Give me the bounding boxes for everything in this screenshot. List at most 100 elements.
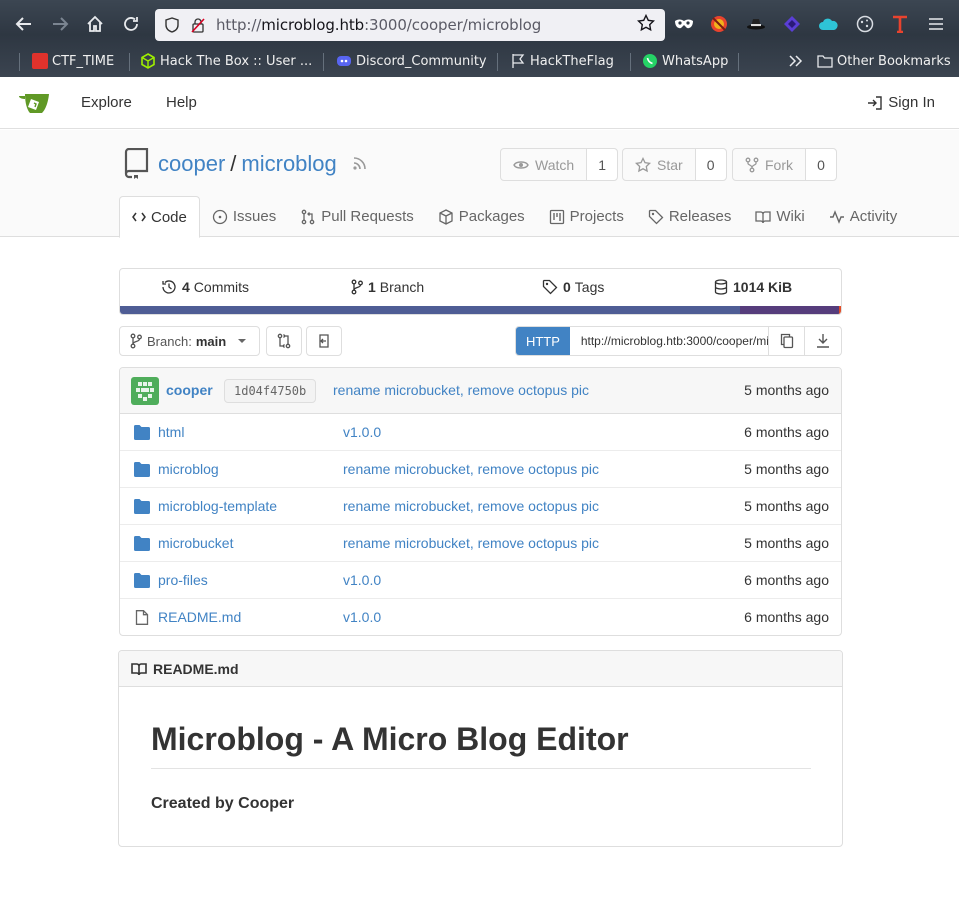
tab-code[interactable]: Code (119, 196, 200, 238)
tag-icon (542, 279, 558, 295)
avatar[interactable] (131, 377, 159, 405)
insecure-lock-icon[interactable] (191, 17, 205, 33)
fork-button[interactable]: Fork (733, 149, 806, 180)
clone-protocol-http[interactable]: HTTP (516, 327, 570, 355)
flag-icon (512, 54, 525, 68)
bookmark-ctf-time[interactable]: CTF_TIME (32, 51, 114, 71)
discord-icon (337, 56, 351, 66)
tags-stat[interactable]: 0 Tags (542, 279, 604, 295)
watch-button-group: Watch 1 (500, 148, 619, 181)
commits-count: 4 (182, 279, 190, 295)
sign-in-link[interactable]: Sign In (867, 94, 935, 111)
file-commit-message-link[interactable]: rename microbucket, remove octopus pic (343, 535, 599, 551)
tab-issues[interactable]: Issues (200, 196, 288, 237)
issue-icon (212, 209, 228, 224)
back-button[interactable] (6, 6, 42, 42)
language-segment-tertiary[interactable] (839, 306, 841, 314)
copy-url-button[interactable] (769, 327, 806, 355)
file-commit-message-link[interactable]: rename microbucket, remove octopus pic (343, 498, 599, 514)
folder-icon (134, 499, 150, 514)
commit-author-link[interactable]: cooper (166, 382, 213, 398)
file-name-link[interactable]: microblog (158, 461, 219, 477)
branch-dropdown[interactable]: Branch: main (119, 326, 260, 356)
tab-activity-label: Activity (849, 208, 898, 225)
file-commit-message-link[interactable]: v1.0.0 (343, 609, 381, 625)
nav-explore[interactable]: Explore (81, 94, 132, 111)
bookmark-whatsapp[interactable]: WhatsApp (642, 51, 728, 71)
clone-url-input[interactable] (569, 327, 770, 355)
nav-help[interactable]: Help (166, 94, 197, 111)
tab-activity[interactable]: Activity (817, 196, 910, 237)
file-icon (135, 610, 149, 625)
reload-icon (124, 17, 138, 31)
branch-icon (130, 333, 142, 349)
file-commit-message-link[interactable]: v1.0.0 (343, 424, 381, 440)
file-table: cooper 1d04f4750b rename microbucket, re… (119, 367, 842, 636)
bookmark-star-icon[interactable] (637, 14, 655, 32)
repo-icon (124, 148, 149, 179)
browser-toolbar: http://microblog.htb:3000/cooper/microbl… (0, 0, 959, 77)
file-commit-time: 6 months ago (744, 572, 829, 588)
tab-projects[interactable]: Projects (537, 196, 636, 237)
reload-button[interactable] (113, 6, 149, 42)
diamond-extension-icon[interactable] (782, 14, 802, 34)
file-commit-time: 6 months ago (744, 424, 829, 440)
rss-feed-icon[interactable] (352, 155, 368, 171)
size-stat: 1014 KiB (714, 279, 796, 295)
language-segment-secondary[interactable] (740, 306, 839, 314)
bookmarks-overflow-button[interactable] (788, 51, 804, 71)
bookmark-discord[interactable]: Discord_Community (336, 51, 487, 71)
commits-stat[interactable]: 4 Commits (161, 279, 249, 295)
other-bookmarks-folder[interactable]: Other Bookmarks (817, 51, 951, 71)
bookmark-hack-the-box[interactable]: Hack The Box :: User ... (140, 51, 312, 71)
whatsapp-icon (643, 54, 657, 68)
forward-button[interactable] (42, 6, 78, 42)
file-name-link[interactable]: microbucket (158, 535, 233, 551)
commit-message-link[interactable]: rename microbucket, remove octopus pic (333, 382, 589, 398)
cookie-extension-icon[interactable] (855, 14, 875, 34)
spy-hat-extension-icon[interactable] (746, 14, 766, 34)
watch-button[interactable]: Watch (501, 149, 588, 180)
tab-packages[interactable]: Packages (426, 196, 537, 237)
folder-icon (134, 425, 150, 440)
commit-sha-button[interactable]: 1d04f4750b (224, 379, 317, 403)
tab-wiki[interactable]: Wiki (743, 196, 816, 237)
home-button[interactable] (77, 6, 113, 42)
address-bar[interactable]: http://microblog.htb:3000/cooper/microbl… (155, 9, 665, 41)
bookmarks-bar: CTF_TIME Hack The Box :: User ... Discor… (0, 47, 959, 75)
repo-header: cooper / microblog Watch 1 Star 0 Fork 0 C… (0, 130, 959, 238)
app-menu-hamburger-icon[interactable] (926, 14, 946, 34)
file-commit-message-link[interactable]: v1.0.0 (343, 572, 381, 588)
fork-count[interactable]: 0 (806, 149, 836, 180)
tracking-shield-icon[interactable] (165, 17, 179, 33)
blocker-extension-icon[interactable] (709, 14, 729, 34)
text-extension-icon[interactable] (890, 14, 910, 34)
download-button[interactable] (805, 327, 841, 355)
tab-releases[interactable]: Releases (636, 196, 744, 237)
repo-name-link[interactable]: microblog (241, 151, 336, 176)
file-name-link[interactable]: html (158, 424, 184, 440)
watch-count[interactable]: 1 (587, 149, 618, 180)
tags-count: 0 (563, 279, 571, 295)
branch-label: Branch (379, 279, 425, 295)
repo-owner-link[interactable]: cooper (158, 151, 225, 176)
compare-button[interactable] (266, 326, 302, 356)
star-count[interactable]: 0 (695, 149, 726, 180)
branches-stat[interactable]: 1 Branch (351, 279, 424, 295)
history-button[interactable] (306, 326, 342, 356)
star-button[interactable]: Star (623, 149, 696, 180)
file-commit-message-link[interactable]: rename microbucket, remove octopus pic (343, 461, 599, 477)
table-row: microblog rename microbucket, remove oct… (120, 451, 841, 488)
language-segment-primary[interactable] (120, 306, 740, 314)
star-button-group: Star 0 (622, 148, 727, 181)
folder-icon (134, 462, 150, 477)
file-name-link[interactable]: pro-files (158, 572, 208, 588)
tab-pull-requests[interactable]: Pull Requests (288, 196, 426, 237)
file-name-link[interactable]: README.md (158, 609, 241, 625)
language-bar[interactable] (120, 306, 841, 314)
private-mask-extension-icon[interactable] (674, 14, 694, 34)
gitea-logo-icon[interactable] (18, 91, 50, 115)
file-name-link[interactable]: microblog-template (158, 498, 277, 514)
bookmark-hack-the-flag[interactable]: HackTheFlag (510, 51, 614, 71)
cloud-extension-icon[interactable] (818, 14, 838, 34)
